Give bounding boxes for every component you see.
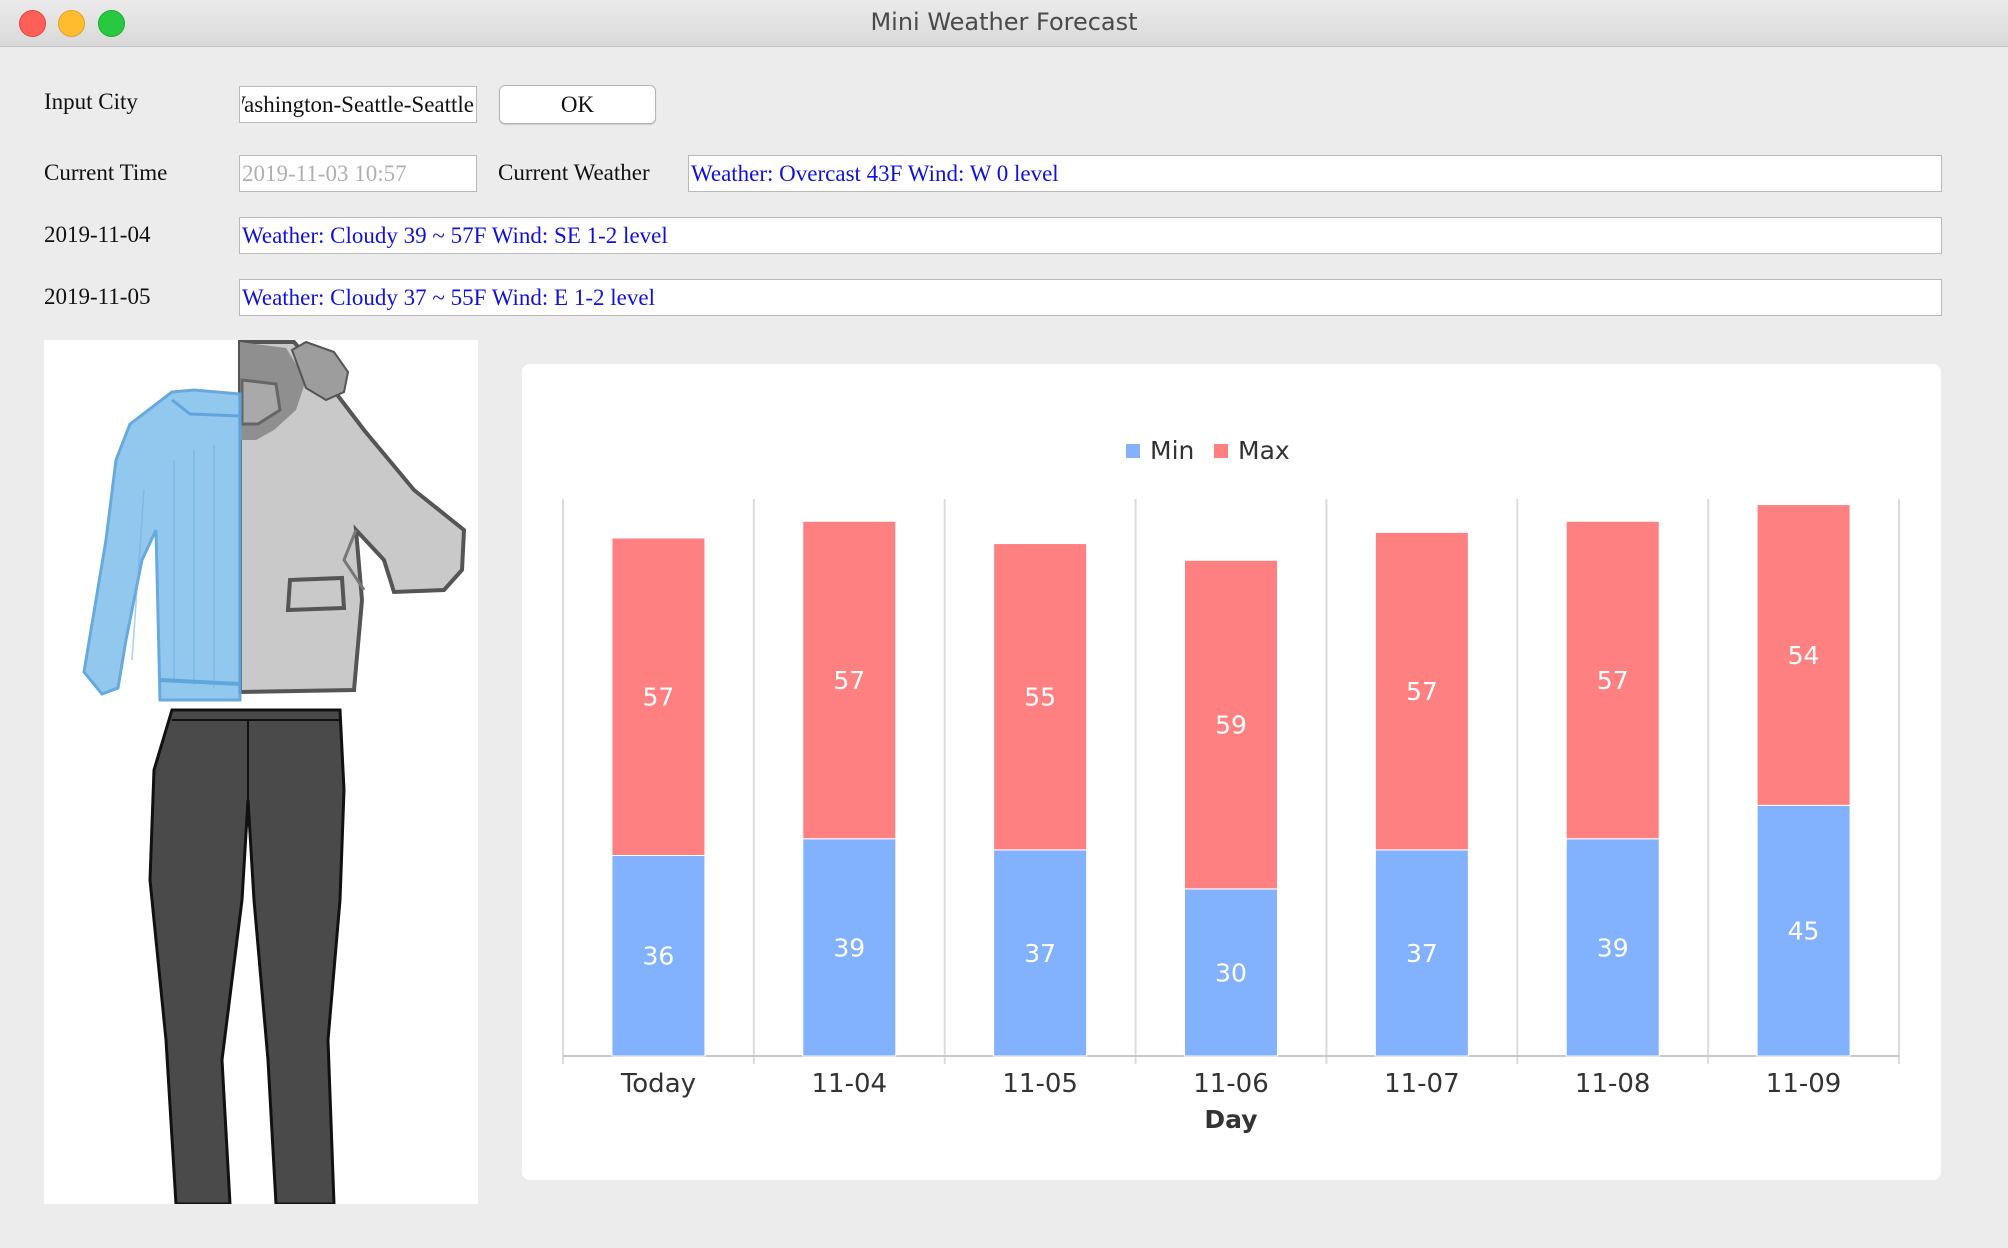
min-value-label: 37: [1406, 939, 1438, 968]
min-value-label: 39: [1597, 933, 1629, 962]
temperature-chart: Min Max 36 57 39 57 37 55 30 59 37 57 39 57 45 54 Toda…: [522, 364, 1941, 1180]
x-axis-title: Day: [1204, 1105, 1257, 1134]
legend-label: Min: [1150, 436, 1194, 465]
max-value-label: 55: [1024, 683, 1056, 712]
forecast-date-label: 2019-11-04: [44, 222, 151, 247]
app-window: Mini Weather Forecast Input City OK Curr…: [0, 0, 2008, 1248]
current-weather-label: Current Weather: [498, 160, 650, 185]
x-tick-label: 11-05: [1002, 1069, 1078, 1099]
max-value-label: 54: [1788, 641, 1820, 670]
temperature-chart-svg: Min Max 36 57 39 57 37 55 30 59 37 57 39 57 45 54 Toda…: [562, 436, 1900, 1134]
x-tick-label: 11-06: [1193, 1069, 1269, 1099]
min-value-label: 37: [1024, 939, 1056, 968]
clothing-suggestion-image: [44, 340, 478, 1206]
x-tick-label: 11-04: [812, 1069, 888, 1099]
x-tick-label: 11-07: [1384, 1069, 1460, 1099]
current-weather-field: Weather: Overcast 43F Wind: W 0 level: [688, 155, 1942, 192]
max-value-label: 57: [1406, 677, 1438, 706]
city-input[interactable]: [239, 86, 477, 123]
max-value-label: 57: [1597, 666, 1629, 695]
ok-button[interactable]: OK: [499, 85, 656, 124]
x-tick-label: 11-09: [1766, 1069, 1842, 1099]
max-value-label: 59: [1215, 711, 1247, 740]
current-time-label: Current Time: [44, 160, 168, 185]
min-value-label: 36: [643, 942, 675, 971]
min-value-label: 30: [1215, 958, 1247, 987]
forecast-weather-field: Weather: Cloudy 37 ~ 55F Wind: E 1-2 lev…: [239, 279, 1942, 316]
window-title: Mini Weather Forecast: [870, 8, 1138, 36]
outfit-icon: [82, 340, 467, 1206]
legend-label: Max: [1238, 436, 1290, 465]
max-value-label: 57: [833, 666, 865, 695]
min-value-label: 45: [1788, 917, 1820, 946]
forecast-date-label: 2019-11-05: [44, 284, 151, 309]
current-time-field: 2019-11-03 10:57: [239, 155, 477, 192]
x-tick-label: Today: [620, 1069, 696, 1099]
input-city-label: Input City: [44, 89, 138, 114]
max-value-label: 57: [643, 683, 675, 712]
forecast-weather-field: Weather: Cloudy 39 ~ 57F Wind: SE 1-2 le…: [239, 217, 1942, 254]
min-value-label: 39: [833, 933, 865, 962]
legend-swatch: [1126, 444, 1140, 458]
x-tick-label: 11-08: [1575, 1069, 1651, 1099]
legend-swatch: [1214, 444, 1228, 458]
title-bar: Mini Weather Forecast: [0, 0, 2008, 47]
